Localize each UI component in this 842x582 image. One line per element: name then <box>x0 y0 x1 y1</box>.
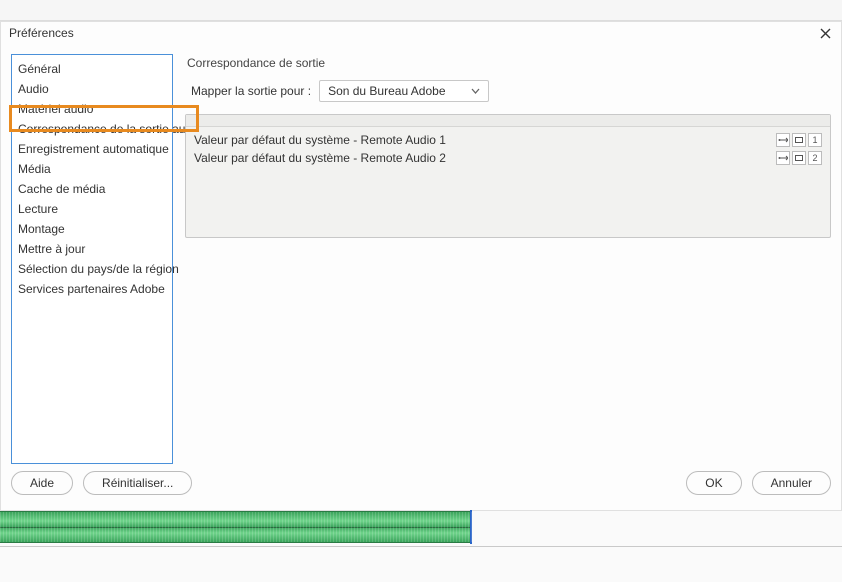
mapper-label: Mapper la sortie pour : <box>191 84 311 98</box>
dialog-title: Préférences <box>9 26 74 40</box>
audio-waveform[interactable] <box>0 511 472 543</box>
reset-button[interactable]: Réinitialiser... <box>83 471 192 495</box>
output-channels-panel: Valeur par défaut du système - Remote Au… <box>185 114 831 238</box>
preferences-dialog: Préférences Général Audio Matériel audio… <box>0 21 842 511</box>
dialog-body: Général Audio Matériel audio Corresponda… <box>11 54 831 458</box>
dialog-header: Préférences <box>1 22 841 44</box>
output-row-label: Valeur par défaut du système - Remote Au… <box>194 151 446 165</box>
sidebar-item-auto-save[interactable]: Enregistrement automatique <box>12 139 172 159</box>
chevron-down-icon <box>471 88 480 94</box>
output-row: Valeur par défaut du système - Remote Au… <box>194 131 822 149</box>
sidebar-item-country-region[interactable]: Sélection du pays/de la région <box>12 259 172 279</box>
sidebar-item-audio-hardware[interactable]: Matériel audio <box>12 99 172 119</box>
waveform-baseline <box>0 527 472 528</box>
sidebar-item-general[interactable]: Général <box>12 59 172 79</box>
sidebar-item-audio[interactable]: Audio <box>12 79 172 99</box>
output-row-label: Valeur par défaut du système - Remote Au… <box>194 133 446 147</box>
sidebar-item-media-cache[interactable]: Cache de média <box>12 179 172 199</box>
output-row-controls: 1 <box>776 133 822 147</box>
output-mapper-value: Son du Bureau Adobe <box>328 84 445 98</box>
route-box-icon[interactable] <box>792 133 806 147</box>
help-button[interactable]: Aide <box>11 471 73 495</box>
preferences-main: Correspondance de sortie Mapper la sorti… <box>185 54 831 458</box>
output-row-controls: 2 <box>776 151 822 165</box>
ok-button[interactable]: OK <box>686 471 741 495</box>
channel-number: 2 <box>808 151 822 165</box>
sidebar-item-playback[interactable]: Lecture <box>12 199 172 219</box>
cancel-button[interactable]: Annuler <box>752 471 831 495</box>
panel-header-strip <box>186 115 830 127</box>
section-title: Correspondance de sortie <box>187 56 831 70</box>
sidebar-item-media[interactable]: Média <box>12 159 172 179</box>
dialog-footer: Aide Réinitialiser... OK Annuler <box>11 466 831 500</box>
route-left-icon[interactable] <box>776 151 790 165</box>
playhead-marker[interactable] <box>470 510 472 544</box>
sidebar-item-timeline[interactable]: Montage <box>12 219 172 239</box>
route-box-icon[interactable] <box>792 151 806 165</box>
app-top-bar <box>0 0 842 21</box>
close-icon[interactable] <box>817 25 833 41</box>
sidebar-item-update[interactable]: Mettre à jour <box>12 239 172 259</box>
divider <box>0 546 842 547</box>
channel-number: 1 <box>808 133 822 147</box>
preferences-sidebar: Général Audio Matériel audio Corresponda… <box>11 54 173 464</box>
mapper-row: Mapper la sortie pour : Son du Bureau Ad… <box>191 80 831 102</box>
output-mapper-select[interactable]: Son du Bureau Adobe <box>319 80 489 102</box>
panel-body: Valeur par défaut du système - Remote Au… <box>186 127 830 237</box>
sidebar-item-partner-services[interactable]: Services partenaires Adobe <box>12 279 172 299</box>
output-row: Valeur par défaut du système - Remote Au… <box>194 149 822 167</box>
route-left-icon[interactable] <box>776 133 790 147</box>
sidebar-item-audio-output-mapping[interactable]: Correspondance de la sortie audio <box>12 119 172 139</box>
